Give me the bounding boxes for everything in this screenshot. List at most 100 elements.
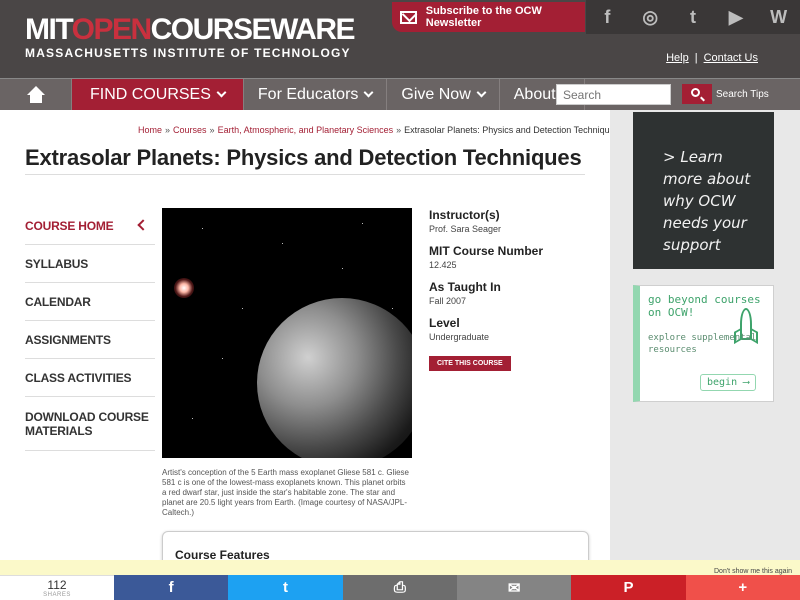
share-count: 112 SHARES: [0, 575, 114, 600]
course-image: [162, 208, 412, 458]
taught-in-value: Fall 2007: [429, 296, 467, 306]
taught-in-label: As Taught In: [429, 280, 501, 294]
plus-icon: +: [738, 579, 748, 596]
breadcrumb-home[interactable]: Home: [138, 125, 162, 135]
nav-find-courses[interactable]: FIND COURSES: [72, 79, 244, 110]
instructor-label: Instructor(s): [429, 208, 500, 222]
chevron-left-icon: [137, 219, 149, 231]
nav-for-educators-label: For Educators: [257, 85, 359, 103]
sidebar-item-label: COURSE HOME: [25, 218, 114, 233]
logo-courseware-text: COURSEWARE: [150, 13, 356, 46]
share-count-label: SHARES: [43, 592, 71, 598]
sidebar-item-course-home[interactable]: COURSE HOME: [25, 207, 155, 245]
share-print-button[interactable]: ⎙: [342, 575, 457, 600]
logo-subtitle: MASSACHUSETTS INSTITUTE OF TECHNOLOGY: [25, 46, 351, 60]
star-dot: [282, 243, 283, 244]
breadcrumb-dept[interactable]: Earth, Atmospheric, and Planetary Scienc…: [218, 125, 394, 135]
sidebar-item-assignments[interactable]: ASSIGNMENTS: [25, 321, 155, 359]
nav-give-now[interactable]: Give Now: [387, 79, 500, 110]
red-star-graphic: [174, 278, 194, 298]
cite-course-button[interactable]: CITE THIS COURSE: [429, 356, 511, 371]
youtube-icon[interactable]: ▶: [714, 0, 757, 34]
social-links: f ◎ t ▶ W: [586, 0, 800, 34]
dont-show-again-link[interactable]: Don't show me this again: [714, 568, 792, 575]
email-icon: ✉: [507, 579, 521, 597]
sidebar-item-download-materials[interactable]: DOWNLOAD COURSE MATERIALS: [25, 397, 155, 451]
begin-button[interactable]: begin ⟶: [700, 374, 757, 391]
supplemental-resources-ad[interactable]: go beyond courses on OCW! explore supple…: [633, 285, 774, 402]
star-dot: [342, 268, 343, 269]
support-ocw-ad[interactable]: > Learn more about why OCW needs your su…: [633, 112, 774, 269]
level-label: Level: [429, 316, 460, 330]
breadcrumb: Home» Courses» Earth, Atmospheric, and Pla…: [138, 125, 620, 135]
search-button[interactable]: [682, 84, 712, 104]
sidebar-item-label: CALENDAR: [25, 294, 91, 309]
notice-bar: Don't show me this again: [0, 560, 800, 575]
share-facebook-button[interactable]: f: [114, 575, 229, 600]
page-title: Extrasolar Planets: Physics and Detectio…: [25, 146, 585, 175]
print-icon: ⎙: [393, 579, 406, 596]
home-button[interactable]: [0, 79, 72, 110]
nav-for-educators[interactable]: For Educators: [244, 79, 388, 110]
instructor-value: Prof. Sara Seager: [429, 224, 502, 234]
share-bar: 112 SHARES f t ⎙ ✉ P +: [0, 575, 800, 600]
sidebar-item-label: DOWNLOAD COURSE MATERIALS: [25, 409, 149, 438]
newsletter-button[interactable]: Subscribe to the OCW Newsletter: [392, 2, 585, 32]
course-sidebar: COURSE HOME SYLLABUS CALENDAR ASSIGNMENT…: [25, 207, 155, 451]
course-info: Instructor(s) Prof. Sara Seager MIT Cour…: [429, 208, 589, 371]
main-nav: FIND COURSES For Educators Give Now Abou…: [0, 78, 800, 110]
share-twitter-button[interactable]: t: [228, 575, 343, 600]
ocw-logo[interactable]: MITOPENCOURSEWARE: [25, 13, 356, 46]
green-ad-subtext: explore supplemental resources: [648, 333, 757, 355]
search-input[interactable]: [556, 84, 671, 105]
logo-mit-text: MIT: [25, 13, 73, 46]
top-links: Help | Contact Us: [666, 52, 758, 64]
star-dot: [362, 223, 363, 224]
star-dot: [192, 418, 193, 419]
wordpress-icon[interactable]: W: [757, 0, 800, 34]
facebook-icon[interactable]: f: [586, 0, 629, 34]
search-tips-link[interactable]: Search Tips: [716, 89, 769, 100]
site-header: MITOPENCOURSEWARE MASSACHUSETTS INSTITUT…: [0, 0, 800, 78]
nav-find-courses-label: FIND COURSES: [90, 85, 211, 103]
chevron-down-icon: [363, 87, 374, 98]
sidebar-item-class-activities[interactable]: CLASS ACTIVITIES: [25, 359, 155, 397]
chevron-down-icon: [216, 87, 227, 98]
planet-graphic: [257, 298, 412, 458]
breadcrumb-current: Extrasolar Planets: Physics and Detectio…: [404, 125, 620, 135]
level-value: Undergraduate: [429, 332, 490, 342]
star-dot: [242, 308, 243, 309]
sidebar-item-label: CLASS ACTIVITIES: [25, 370, 132, 385]
share-pinterest-button[interactable]: P: [571, 575, 686, 600]
course-number-label: MIT Course Number: [429, 244, 544, 258]
mail-icon: [400, 10, 417, 24]
home-icon: [26, 85, 46, 104]
support-ad-text: > Learn more about why OCW needs your su…: [663, 148, 751, 254]
star-dot: [222, 358, 223, 359]
twitter-icon: t: [282, 579, 288, 596]
star-dot: [202, 228, 203, 229]
search-icon: [691, 88, 700, 97]
course-number-value: 12.425: [429, 260, 457, 270]
sidebar-item-label: ASSIGNMENTS: [25, 332, 111, 347]
breadcrumb-courses[interactable]: Courses: [173, 125, 207, 135]
sidebar-item-label: SYLLABUS: [25, 256, 89, 271]
nav-about-label: About: [513, 85, 556, 103]
sidebar-item-syllabus[interactable]: SYLLABUS: [25, 245, 155, 283]
logo-open-text: OPEN: [71, 13, 153, 46]
chevron-down-icon: [476, 87, 487, 98]
share-email-button[interactable]: ✉: [456, 575, 572, 600]
share-count-number: 112: [47, 578, 67, 592]
sidebar-item-calendar[interactable]: CALENDAR: [25, 283, 155, 321]
instagram-icon[interactable]: ◎: [629, 0, 672, 34]
facebook-icon: f: [168, 579, 174, 596]
share-more-button[interactable]: +: [685, 575, 800, 600]
newsletter-label: Subscribe to the OCW Newsletter: [425, 5, 542, 29]
help-link[interactable]: Help: [666, 52, 689, 64]
image-caption: Artist's conception of the 5 Earth mass …: [162, 468, 409, 517]
twitter-icon[interactable]: t: [672, 0, 715, 34]
nav-give-now-label: Give Now: [401, 85, 471, 103]
contact-link[interactable]: Contact Us: [704, 52, 758, 64]
pinterest-icon: P: [623, 579, 634, 596]
star-dot: [392, 308, 393, 309]
